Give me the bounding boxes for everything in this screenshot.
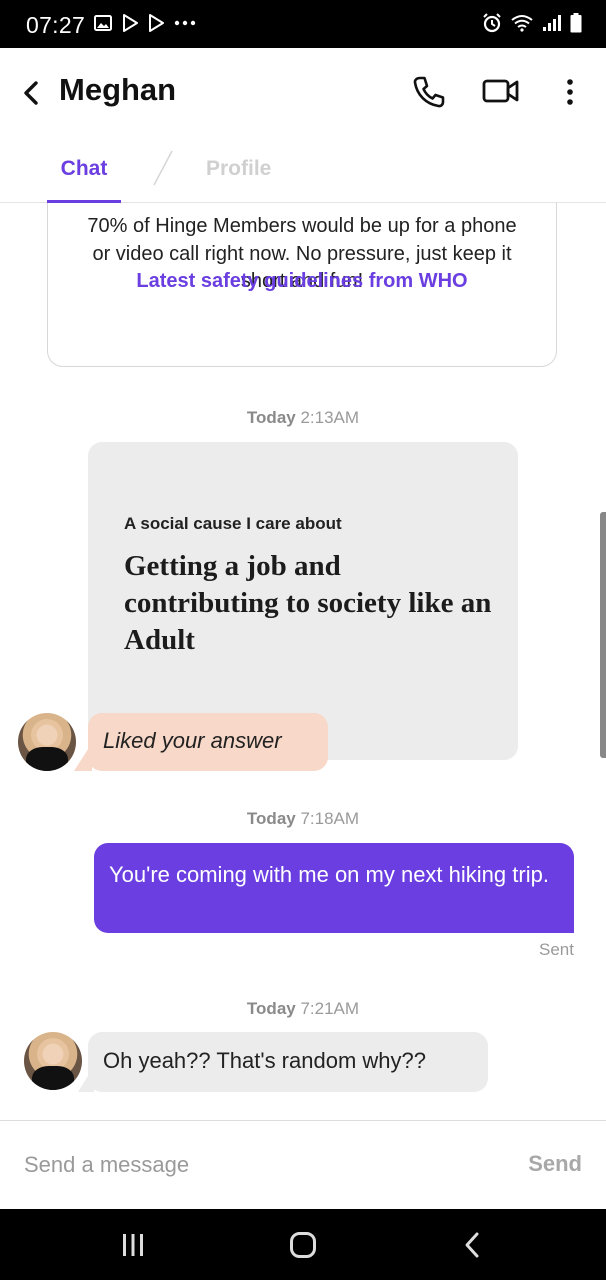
tab-chat[interactable]: Chat [47, 138, 121, 203]
sent-message-text: You're coming with me on my next hiking … [109, 862, 549, 887]
system-nav-bar [0, 1209, 606, 1280]
liked-answer-text: Liked your answer [103, 728, 282, 753]
received-message-bubble[interactable]: Oh yeah?? That's random why?? [78, 1032, 488, 1092]
timestamp-time: 7:18AM [300, 809, 360, 828]
timestamp: Today 7:18AM [0, 809, 606, 829]
liked-answer-bubble: Liked your answer [74, 713, 328, 771]
play-store-icon [123, 14, 138, 32]
nav-back-icon[interactable] [462, 1231, 482, 1259]
conversation-area[interactable]: 70% of Hinge Members would be up for a p… [0, 202, 606, 1120]
notification-icons [94, 14, 196, 32]
image-icon [94, 15, 112, 31]
received-message-text: Oh yeah?? That's random why?? [103, 1048, 426, 1073]
timestamp-day: Today [246, 408, 296, 427]
avatar[interactable] [18, 713, 76, 771]
video-call-icon [482, 79, 519, 103]
back-button[interactable] [16, 76, 46, 110]
send-button[interactable]: Send [528, 1151, 582, 1177]
timestamp-day: Today [246, 999, 296, 1018]
timestamp-day: Today [246, 809, 296, 828]
prompt-answer: Getting a job and contributing to societ… [124, 550, 492, 656]
message-status: Sent [539, 940, 574, 959]
home-icon[interactable] [289, 1231, 317, 1259]
tab-profile[interactable]: Profile [206, 138, 271, 200]
back-icon [24, 81, 38, 105]
battery-icon [570, 13, 582, 33]
timestamp-time: 7:21AM [300, 999, 360, 1018]
signal-icon [543, 15, 561, 31]
match-name[interactable]: Meghan [59, 72, 176, 108]
timestamp: Today 2:13AM [0, 408, 606, 428]
phone-call-button[interactable] [412, 75, 448, 111]
avatar[interactable] [24, 1032, 82, 1090]
recent-apps-icon[interactable] [118, 1231, 148, 1259]
message-input[interactable] [24, 1143, 464, 1187]
more-options-button[interactable] [560, 74, 580, 110]
more-dots-icon [174, 20, 196, 26]
system-icons [482, 13, 582, 33]
sent-message-bubble[interactable]: You're coming with me on my next hiking … [94, 843, 574, 933]
tab-bar: Chat Profile [0, 138, 606, 203]
timestamp-time: 2:13AM [300, 408, 360, 427]
chat-header: Meghan [0, 48, 606, 138]
timestamp: Today 7:21AM [0, 999, 606, 1019]
message-composer: Send [0, 1120, 606, 1209]
scrollbar[interactable] [600, 512, 606, 758]
call-suggestion-card: 70% of Hinge Members would be up for a p… [47, 202, 557, 367]
tab-divider [153, 150, 173, 186]
prompt-question: A social cause I care about [124, 514, 342, 533]
status-time: 07:27 [26, 12, 86, 38]
status-bar: 07:27 [0, 0, 606, 48]
safety-guidelines-link[interactable]: Latest safety guidelines from WHO [48, 270, 556, 293]
play-store-icon [149, 14, 164, 32]
alarm-icon [483, 13, 501, 33]
wifi-icon [511, 15, 533, 32]
phone-icon [413, 76, 445, 108]
more-icon [567, 79, 573, 105]
video-call-button[interactable] [482, 77, 522, 107]
